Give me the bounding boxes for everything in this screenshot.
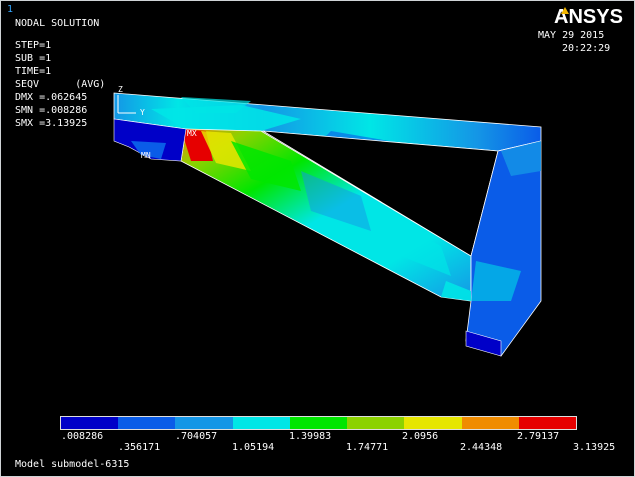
legend-swatch: [289, 417, 348, 429]
legend-swatch: [175, 417, 233, 429]
legend-value: .356171: [118, 442, 161, 453]
legend-value: 2.44348: [460, 442, 503, 453]
legend-value: 3.13925: [573, 442, 616, 453]
legend-swatch: [118, 417, 176, 429]
min-marker: MN: [141, 151, 151, 160]
axis-z-label: Z: [118, 85, 123, 94]
legend-swatch: [232, 417, 290, 429]
contour-legend-bar: [60, 416, 577, 430]
legend-value: 1.39983: [289, 431, 332, 442]
legend-value: 1.74771: [346, 442, 389, 453]
ansys-graphics-window: 1 NODAL SOLUTION STEP=1 SUB =1 TIME=1 SE…: [0, 0, 635, 477]
legend-swatch: [518, 417, 576, 429]
model-viewport[interactable]: Z Y MX MN: [1, 1, 635, 477]
legend-swatch: [347, 417, 405, 429]
legend-value: .008286: [61, 431, 104, 442]
legend-value: 2.0956: [402, 431, 439, 442]
model-label: Model submodel-6315: [15, 459, 130, 470]
legend-swatch: [461, 417, 519, 429]
legend-value: .704057: [175, 431, 218, 442]
legend-swatch: [61, 417, 119, 429]
legend-swatch: [404, 417, 462, 429]
max-marker: MX: [187, 129, 197, 138]
legend-value: 1.05194: [232, 442, 275, 453]
axis-y-label: Y: [140, 108, 145, 117]
legend-value: 2.79137: [517, 431, 560, 442]
